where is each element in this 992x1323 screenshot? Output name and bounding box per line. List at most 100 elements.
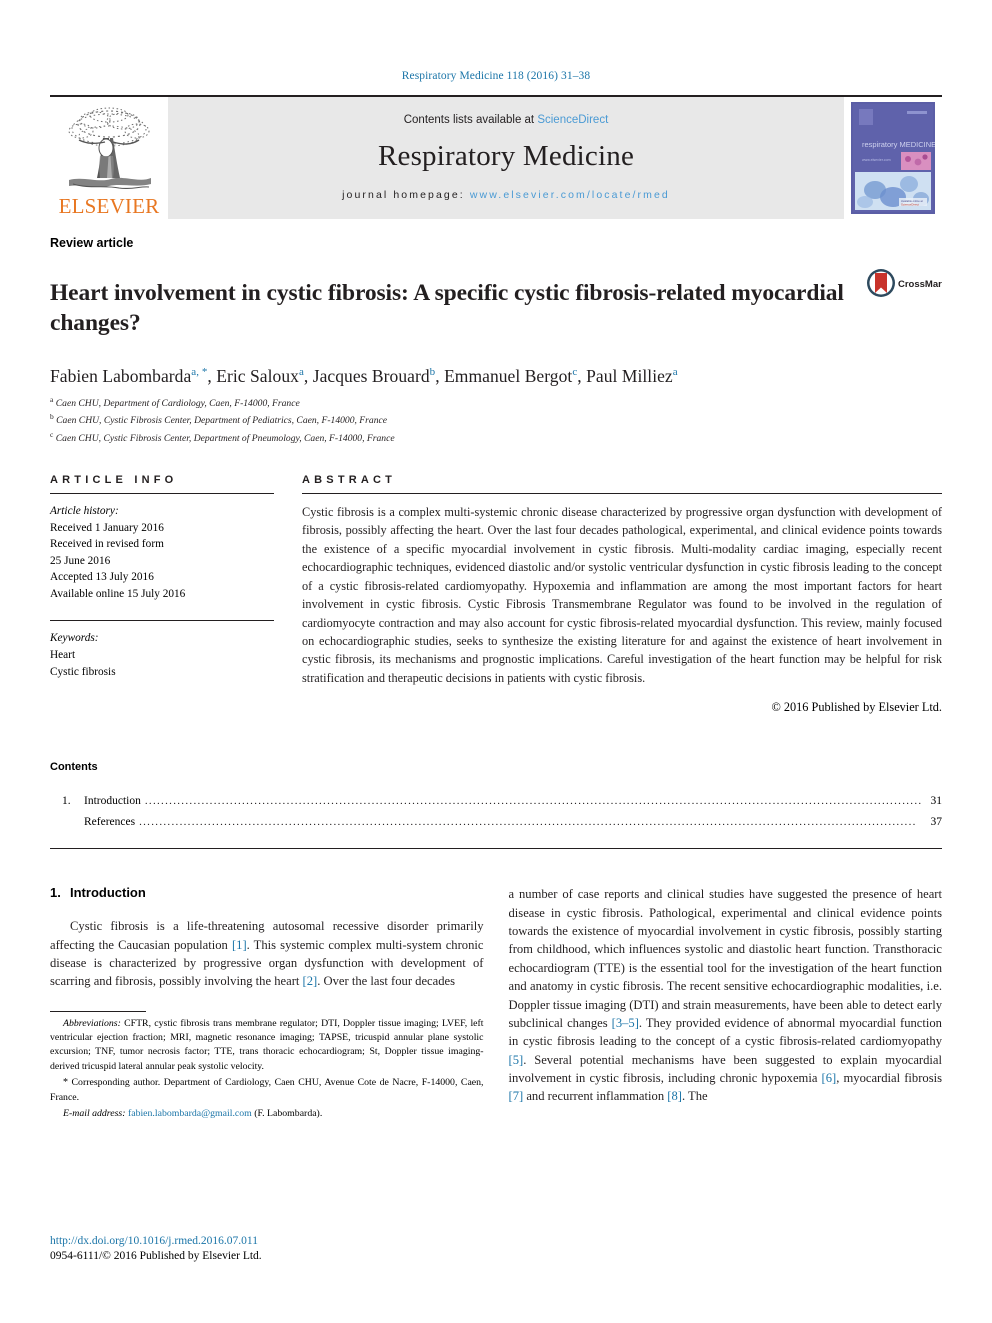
keywords-label: Keywords:	[50, 632, 99, 645]
contents-available-line: Contents lists available at ScienceDirec…	[404, 114, 609, 126]
text-run: a number of case reports and clinical st…	[508, 887, 943, 1030]
author-item: Paul Millieza	[586, 366, 678, 386]
author-marks: a	[298, 365, 304, 378]
article-page: Respiratory Medicine 118 (2016) 31–38 EL…	[0, 0, 992, 1323]
citation-ref[interactable]: [6]	[822, 1071, 837, 1085]
text-run: and recurrent inflammation	[523, 1089, 668, 1104]
citation-ref[interactable]: [5]	[509, 1053, 524, 1067]
author-name: Emmanuel Bergot	[444, 365, 573, 386]
intro-paragraph-left: Cystic fibrosis is a life-threatening au…	[50, 917, 484, 991]
elsevier-tree-icon	[59, 104, 159, 196]
toc-dot-leader: ........................................…	[139, 816, 917, 829]
article-info-heading: ARTICLE INFO	[50, 473, 178, 486]
toc-label: Introduction	[84, 794, 141, 807]
author-name: Jacques Brouard	[312, 365, 430, 386]
doi-link[interactable]: http://dx.doi.org/10.1016/j.rmed.2016.07…	[50, 1234, 262, 1250]
contents-heading: Contents	[50, 760, 98, 773]
footnote-rule	[50, 1010, 146, 1012]
author-marks: b	[429, 365, 436, 378]
footer-doi-block: http://dx.doi.org/10.1016/j.rmed.2016.07…	[50, 1234, 262, 1265]
email-label: E-mail address:	[63, 1107, 126, 1119]
author-marks: c	[572, 365, 578, 378]
abstract-copyright: © 2016 Published by Elsevier Ltd.	[771, 699, 942, 714]
affiliation-item: b Caen CHU, Cystic Fibrosis Center, Depa…	[50, 411, 942, 429]
title-row: Heart involvement in cystic fibrosis: A …	[50, 262, 948, 354]
body-column-right: a number of case reports and clinical st…	[509, 885, 943, 1123]
abstract-column: ABSTRACT Cystic fibrosis is a complex mu…	[302, 474, 942, 715]
history-item: Received in revised form	[50, 538, 164, 551]
contents-prefix: Contents lists available at	[403, 113, 538, 126]
footnote-email: E-mail address: fabien.labombarda@gmail.…	[50, 1107, 484, 1121]
affiliation-list: a Caen CHU, Department of Cardiology, Ca…	[50, 394, 942, 447]
masthead-center: Contents lists available at ScienceDirec…	[168, 97, 844, 219]
author-item: Eric Salouxa	[216, 366, 304, 386]
elsevier-wordmark: ELSEVIER	[58, 194, 160, 218]
affiliation-text: Caen CHU, Department of Cardiology, Caen…	[55, 397, 300, 409]
section-label: Introduction	[70, 885, 146, 901]
email-suffix: (F. Labombarda).	[251, 1107, 323, 1119]
sciencedirect-link[interactable]: ScienceDirect	[537, 114, 608, 126]
info-abstract-section: ARTICLE INFO Article history: Received 1…	[50, 474, 942, 715]
history-item: Accepted 13 July 2016	[50, 571, 154, 584]
author-list: Fabien Labombardaa, *, Eric Salouxa, Jac…	[50, 365, 678, 386]
body-columns: 1. Introduction Cystic fibrosis is a life…	[50, 885, 942, 1123]
divider	[50, 620, 274, 622]
abstract-heading: ABSTRACT	[302, 473, 397, 486]
toc-page-number: 37	[930, 816, 943, 829]
article-type-label: Review article	[50, 236, 134, 250]
affiliation-item: c Caen CHU, Cystic Fibrosis Center, Depa…	[50, 429, 942, 447]
svg-text:respiratory MEDICINE: respiratory MEDICINE	[862, 140, 935, 149]
history-item: 25 June 2016	[50, 554, 111, 567]
footnote-abbreviations: Abbreviations: CFTR, cystic fibrosis tra…	[50, 1017, 484, 1074]
history-item: Received 1 January 2016	[50, 521, 164, 534]
crossmark-badge[interactable]: CrossMark	[862, 262, 948, 305]
crossmark-icon	[867, 269, 895, 297]
toc-dot-leader: ........................................…	[144, 794, 923, 807]
author-item: Emmanuel Bergotc	[444, 366, 577, 386]
keyword-item: Heart	[50, 649, 76, 662]
journal-title: Respiratory Medicine	[377, 139, 635, 172]
citation-ref[interactable]: [3–5]	[612, 1016, 639, 1030]
divider	[50, 848, 942, 850]
abbrev-label: Abbreviations:	[63, 1017, 121, 1029]
author-item: Fabien Labombardaa, *	[50, 366, 207, 386]
homepage-prefix: journal homepage:	[342, 188, 470, 201]
elsevier-logo: ELSEVIER	[50, 97, 168, 219]
section-number: 1.	[50, 885, 61, 901]
article-info-column: ARTICLE INFO Article history: Received 1…	[50, 474, 302, 715]
citation-ref[interactable]: [1]	[232, 938, 247, 952]
homepage-url-link[interactable]: www.elsevier.com/locate/rmed	[470, 189, 670, 201]
affiliation-mark: b	[50, 412, 54, 422]
author-name: Eric Saloux	[216, 365, 299, 386]
toc-entry[interactable]: References .............................…	[50, 812, 942, 834]
citation-ref[interactable]: [8]	[667, 1089, 682, 1103]
toc-page-number: 31	[930, 794, 943, 807]
intro-paragraph-right: a number of case reports and clinical st…	[509, 885, 943, 1106]
author-marks: a	[672, 365, 678, 378]
author-item: Jacques Brouardb	[313, 366, 435, 386]
affiliation-text: Caen CHU, Cystic Fibrosis Center, Depart…	[56, 415, 388, 427]
text-run: . The	[681, 1089, 708, 1104]
article-history-block: Article history: Received 1 January 2016…	[50, 503, 274, 603]
toc-entry[interactable]: 1. Introduction ........................…	[50, 791, 942, 813]
author-name: Paul Milliez	[586, 365, 673, 386]
affiliation-item: a Caen CHU, Department of Cardiology, Ca…	[50, 394, 942, 412]
table-of-contents: 1. Introduction ........................…	[50, 791, 942, 835]
citation-ref[interactable]: [7]	[509, 1089, 524, 1103]
author-name: Fabien Labombarda	[50, 365, 192, 386]
text-run: . Over the last four decades	[317, 974, 456, 989]
article-history-label: Article history:	[50, 504, 119, 517]
corresponding-text: Corresponding author. Department of Card…	[50, 1076, 484, 1103]
journal-homepage-line: journal homepage: www.elsevier.com/locat…	[342, 189, 670, 201]
journal-cover-thumbnail: respiratory MEDICINE www.elsevier.com Av…	[844, 97, 942, 219]
divider	[302, 492, 942, 494]
page-title: Heart involvement in cystic fibrosis: A …	[50, 279, 844, 336]
keywords-block: Keywords: Heart Cystic fibrosis	[50, 630, 274, 680]
citation-ref[interactable]: [2]	[303, 974, 318, 988]
email-link[interactable]: fabien.labombarda@gmail.com	[128, 1108, 252, 1119]
running-head: Respiratory Medicine 118 (2016) 31–38	[401, 70, 591, 82]
text-run: , myocardial fibrosis	[836, 1071, 943, 1086]
affiliation-text: Caen CHU, Cystic Fibrosis Center, Depart…	[55, 433, 395, 445]
svg-text:www.elsevier.com: www.elsevier.com	[862, 158, 891, 162]
history-item: Available online 15 July 2016	[50, 587, 186, 600]
